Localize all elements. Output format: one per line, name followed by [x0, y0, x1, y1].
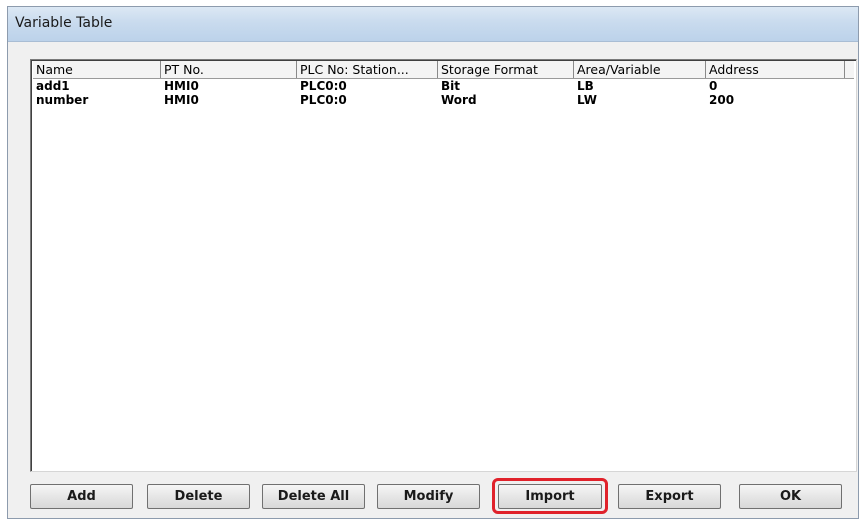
column-header-area-variable[interactable]: Area/Variable	[574, 61, 706, 78]
cell-name: number	[36, 93, 89, 107]
column-header-address[interactable]: Address	[706, 61, 845, 78]
table-row[interactable]: number HMI0 PLC0:0 Word LW 200	[33, 93, 854, 107]
column-header-plc-no-station[interactable]: PLC No: Station...	[297, 61, 438, 78]
column-header-name[interactable]: Name	[33, 61, 161, 78]
cell-name: add1	[36, 79, 70, 93]
ok-button[interactable]: OK	[739, 484, 842, 509]
cell-storage-format: Word	[441, 93, 477, 107]
column-header-storage-format[interactable]: Storage Format	[438, 61, 574, 78]
dialog-content: Name PT No. PLC No: Station... Storage F…	[8, 42, 858, 518]
export-button[interactable]: Export	[618, 484, 721, 509]
add-button[interactable]: Add	[30, 484, 133, 509]
cell-storage-format: Bit	[441, 79, 460, 93]
title-bar[interactable]: Variable Table	[8, 7, 858, 42]
delete-button[interactable]: Delete	[147, 484, 250, 509]
variable-list[interactable]: Name PT No. PLC No: Station... Storage F…	[30, 59, 857, 472]
column-header-pt-no[interactable]: PT No.	[161, 61, 297, 78]
delete-all-button[interactable]: Delete All	[262, 484, 365, 509]
cell-pt-no: HMI0	[164, 79, 199, 93]
cell-plc-no-station: PLC0:0	[300, 79, 347, 93]
table-row[interactable]: add1 HMI0 PLC0:0 Bit LB 0	[33, 79, 854, 93]
cell-address: 200	[709, 93, 735, 107]
window-title: Variable Table	[15, 15, 113, 31]
variable-table-dialog: Variable Table Name PT No. PLC No: Stati…	[7, 6, 859, 519]
cell-address: 0	[709, 79, 718, 93]
cell-area-variable: LB	[577, 79, 594, 93]
column-header-row: Name PT No. PLC No: Station... Storage F…	[33, 61, 854, 79]
modify-button[interactable]: Modify	[377, 484, 480, 509]
cell-pt-no: HMI0	[164, 93, 199, 107]
button-bar: Add Delete Delete All Modify Import Expo…	[8, 478, 858, 514]
cell-plc-no-station: PLC0:0	[300, 93, 347, 107]
cell-area-variable: LW	[577, 93, 597, 107]
import-button[interactable]: Import	[498, 484, 602, 509]
